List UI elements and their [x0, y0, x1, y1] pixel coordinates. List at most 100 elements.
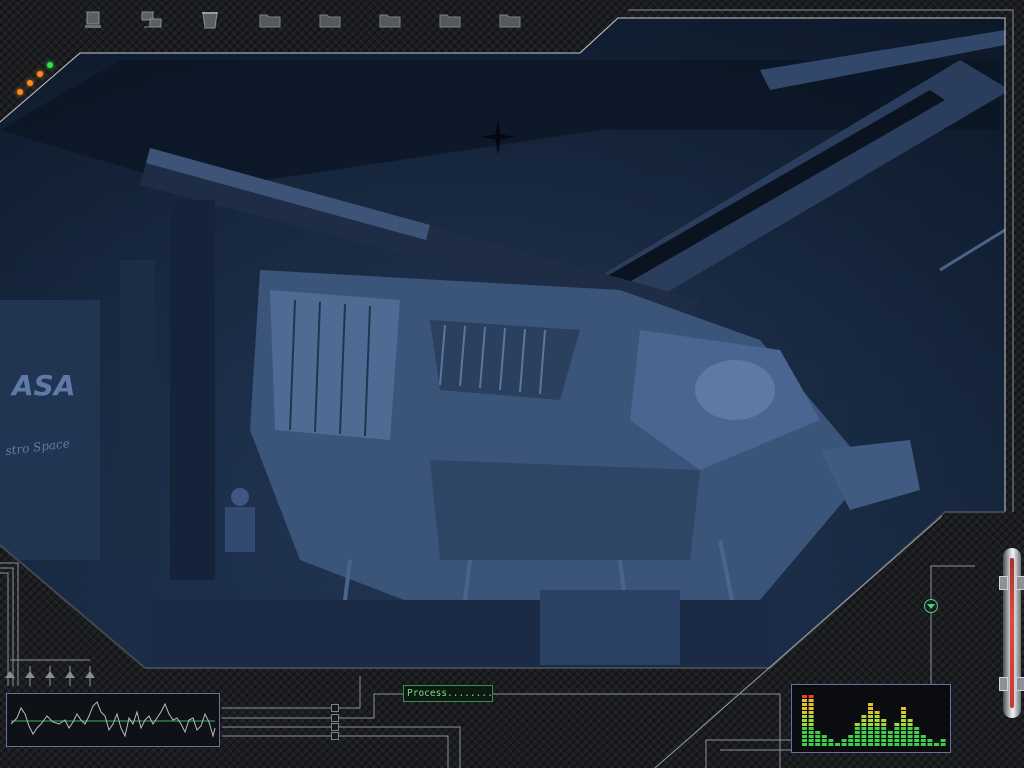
equalizer-segment	[861, 743, 867, 746]
equalizer-segment	[815, 731, 821, 734]
indicator-triangle	[85, 671, 95, 678]
equalizer-segment	[821, 743, 827, 746]
equalizer-segment	[907, 723, 913, 726]
equalizer-segment	[854, 735, 860, 738]
thermometer-fill	[1010, 558, 1014, 708]
equalizer-segment	[887, 743, 893, 746]
equalizer-segment	[868, 723, 873, 726]
equalizer-segment	[940, 739, 946, 742]
equalizer-segment	[868, 703, 873, 706]
equalizer-segment	[808, 703, 814, 706]
slider-handle[interactable]	[1016, 677, 1024, 691]
equalizer-segment	[861, 719, 867, 722]
equalizer-segment	[868, 711, 873, 714]
equalizer-segment	[841, 743, 847, 746]
equalizer-segment	[808, 727, 814, 730]
equalizer-segment	[914, 735, 920, 738]
equalizer-segment	[914, 727, 920, 730]
equalizer-segment	[901, 723, 906, 726]
slider-handle[interactable]	[999, 576, 1008, 590]
equalizer-segment	[881, 727, 887, 730]
equalizer-segment	[901, 727, 906, 730]
equalizer-segment	[854, 723, 860, 726]
equalizer-segment	[802, 707, 807, 710]
recycle-bin-icon[interactable]	[199, 9, 221, 31]
equalizer-segment	[861, 735, 867, 738]
equalizer-segment	[808, 695, 814, 698]
equalizer-segment	[927, 739, 933, 742]
folder-icon[interactable]	[439, 9, 461, 31]
computer-icon[interactable]	[82, 9, 104, 31]
equalizer-segment	[914, 731, 920, 734]
equalizer-segment	[927, 743, 933, 746]
equalizer-segment	[874, 711, 880, 714]
equalizer-segment	[887, 735, 893, 738]
equalizer-segment	[835, 743, 840, 746]
equalizer-segment	[894, 723, 900, 726]
checkbox[interactable]	[331, 723, 339, 731]
chevron-down-icon	[927, 604, 935, 609]
equalizer-segment	[868, 743, 873, 746]
equalizer-segment	[934, 743, 939, 746]
equalizer-segment	[848, 743, 854, 746]
equalizer-segment	[868, 735, 873, 738]
checkbox[interactable]	[331, 714, 339, 722]
equalizer-segment	[815, 739, 821, 742]
equalizer-segment	[802, 727, 807, 730]
slider-handle[interactable]	[999, 677, 1008, 691]
indicator-triangle	[25, 671, 35, 678]
equalizer-segment	[841, 739, 847, 742]
equalizer-segment	[874, 731, 880, 734]
equalizer-segment	[907, 719, 913, 722]
equalizer-segment	[854, 731, 860, 734]
network-icon[interactable]	[141, 9, 163, 31]
equalizer-segment	[907, 743, 913, 746]
equalizer-segment	[874, 723, 880, 726]
status-led-green	[47, 62, 53, 68]
scroll-down-button[interactable]	[924, 599, 938, 613]
equalizer-segment	[868, 719, 873, 722]
folder-icon[interactable]	[379, 9, 401, 31]
equalizer-bars	[802, 695, 946, 746]
folder-icon[interactable]	[319, 9, 341, 31]
status-led-orange	[17, 89, 23, 95]
equalizer-segment	[874, 727, 880, 730]
equalizer-segment	[887, 731, 893, 734]
equalizer-segment	[907, 727, 913, 730]
equalizer-segment	[868, 707, 873, 710]
equalizer-segment	[894, 731, 900, 734]
equalizer-segment	[907, 739, 913, 742]
folder-icon[interactable]	[259, 9, 281, 31]
checkbox[interactable]	[331, 704, 339, 712]
equalizer-segment	[894, 743, 900, 746]
equalizer-segment	[808, 715, 814, 718]
equalizer-segment	[914, 739, 920, 742]
equalizer-segment	[901, 735, 906, 738]
equalizer-segment	[868, 727, 873, 730]
equalizer-segment	[821, 739, 827, 742]
equalizer-segment	[914, 743, 920, 746]
equalizer-segment	[802, 699, 807, 702]
equalizer-segment	[920, 735, 926, 738]
equalizer-segment	[802, 703, 807, 706]
equalizer-segment	[907, 735, 913, 738]
checkbox[interactable]	[331, 732, 339, 740]
equalizer-segment	[808, 699, 814, 702]
equalizer-segment	[808, 731, 814, 734]
equalizer-segment	[808, 739, 814, 742]
equalizer-segment	[940, 743, 946, 746]
slider-handle[interactable]	[1016, 576, 1024, 590]
equalizer-segment	[894, 727, 900, 730]
indicator-triangle	[45, 671, 55, 678]
equalizer-segment	[881, 723, 887, 726]
equalizer-segment	[828, 739, 834, 742]
folder-icon[interactable]	[499, 9, 521, 31]
equalizer-segment	[808, 735, 814, 738]
equalizer-segment	[861, 723, 867, 726]
equalizer-segment	[874, 739, 880, 742]
equalizer-segment	[861, 727, 867, 730]
thermometer-gauge[interactable]	[1003, 548, 1021, 718]
equalizer-segment	[802, 735, 807, 738]
equalizer-segment	[894, 735, 900, 738]
equalizer-segment	[920, 739, 926, 742]
